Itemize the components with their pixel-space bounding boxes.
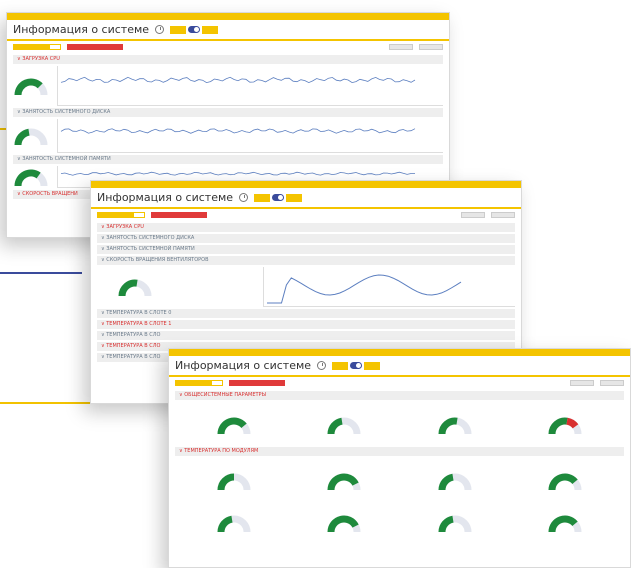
section-header[interactable]: ∨ СКОРОСТЬ ВРАЩЕНИЯ ВЕНТИЛЯТОРОВ — [97, 256, 515, 265]
gauge-cell — [510, 459, 620, 501]
gauge-fill — [14, 128, 30, 146]
view-toggle[interactable] — [170, 25, 219, 34]
section-header[interactable]: ∨ ЗАНЯТОСТЬ СИСТЕМНОЙ ПАМЯТИ — [13, 155, 443, 164]
title-bar: Информация о системе — [169, 356, 630, 377]
promo-collage: Информация о системе ∨ ЗАГРУЗКА CPU ∨ ЗА… — [0, 0, 631, 568]
page-title: Информация о системе — [175, 359, 312, 372]
section-body — [13, 119, 443, 153]
section-header[interactable]: ∨ ЗАНЯТОСТЬ СИСТЕМНОГО ДИСКА — [97, 234, 515, 243]
gauge-cell — [289, 459, 399, 501]
title-bar: Информация о системе — [7, 20, 449, 41]
clear-button[interactable] — [67, 44, 123, 50]
gauge-cell — [289, 501, 399, 543]
gauge-fill — [438, 473, 454, 491]
section-header[interactable]: ∨ ЗАГРУЗКА CPU — [13, 55, 443, 64]
refresh-interval-select[interactable] — [13, 44, 61, 50]
expand-all-button[interactable] — [389, 44, 413, 50]
clear-button[interactable] — [151, 212, 207, 218]
disk-chart — [57, 119, 443, 153]
gauge-fill — [548, 417, 568, 435]
chart-series-line — [60, 128, 416, 134]
expand-all-button[interactable] — [570, 380, 594, 386]
gauge-fill — [327, 417, 344, 435]
gauge-fill — [14, 169, 41, 187]
disk-gauge — [13, 125, 49, 147]
section-body — [97, 267, 515, 307]
gauge-fill — [217, 473, 235, 491]
gauge-cell — [289, 403, 399, 445]
clock-icon[interactable] — [239, 193, 249, 202]
collapse-all-button[interactable] — [600, 380, 624, 386]
section-header[interactable]: ∨ ЗАГРУЗКА CPU — [97, 223, 515, 232]
clear-button[interactable] — [229, 380, 285, 386]
gauge-cell — [510, 501, 620, 543]
chart-series-line — [60, 171, 416, 176]
collapse-all-button[interactable] — [419, 44, 443, 50]
clock-icon[interactable] — [155, 25, 165, 34]
control-bar — [7, 41, 449, 53]
module-gauges — [169, 456, 630, 543]
view-toggle[interactable] — [254, 193, 303, 202]
fan-gauge — [117, 276, 153, 298]
gauge-fill — [438, 417, 458, 435]
gauge-cell — [400, 501, 510, 543]
chart-series-line — [60, 76, 416, 84]
top-accent-bar — [7, 13, 449, 20]
gauge-fill — [438, 515, 454, 533]
gauge-fill — [548, 515, 578, 533]
refresh-interval-select[interactable] — [97, 212, 145, 218]
page-title: Информация о системе — [13, 23, 150, 36]
fan-chart — [263, 267, 515, 307]
section-header[interactable]: ∨ ОБЩЕСИСТЕМНЫЕ ПАРАМЕТРЫ — [175, 391, 624, 400]
section-header[interactable]: ∨ ТЕМПЕРАТУРА В СЛОТЕ 0 — [97, 309, 515, 318]
title-bar: Информация о системе — [91, 188, 521, 209]
section-header[interactable]: ∨ ТЕМПЕРАТУРА В СЛОТЕ 1 — [97, 320, 515, 329]
clock-icon[interactable] — [317, 361, 327, 370]
section-header[interactable]: ∨ ТЕМПЕРАТУРА ПО МОДУЛЯМ — [175, 447, 624, 456]
gauge-cell — [179, 459, 289, 501]
gauge-cell — [179, 501, 289, 543]
gauge-fill — [327, 515, 360, 533]
section-header[interactable]: ∨ ЗАНЯТОСТЬ СИСТЕМНОЙ ПАМЯТИ — [97, 245, 515, 254]
memory-gauge — [13, 166, 49, 188]
gauge-cell — [179, 403, 289, 445]
top-accent-bar — [91, 181, 521, 188]
chart-series-line — [267, 274, 462, 304]
system-gauges — [169, 400, 630, 445]
collapse-all-button[interactable] — [491, 212, 515, 218]
cpu-gauge — [13, 75, 49, 97]
section-header[interactable]: ∨ ЗАНЯТОСТЬ СИСТЕМНОГО ДИСКА — [13, 108, 443, 117]
section-body — [13, 66, 443, 106]
screenshot-overview: Информация о системе ∨ ОБЩЕСИСТЕМНЫЕ ПАР… — [168, 348, 631, 568]
page-title: Информация о системе — [97, 191, 234, 204]
control-bar — [169, 377, 630, 389]
gauge-fill — [118, 279, 138, 297]
gauge-fill — [217, 515, 233, 533]
gauge-fill — [327, 473, 360, 491]
gauge-fill-alert — [566, 417, 579, 429]
expand-all-button[interactable] — [461, 212, 485, 218]
gauge-fill — [14, 78, 43, 96]
gauge-cell — [510, 403, 620, 445]
gauge-cell — [400, 459, 510, 501]
gauge-cell — [400, 403, 510, 445]
control-bar — [91, 209, 521, 221]
refresh-interval-select[interactable] — [175, 380, 223, 386]
section-header[interactable]: ∨ ТЕМПЕРАТУРА В СЛО — [97, 331, 515, 340]
gauge-fill — [548, 473, 578, 491]
cpu-chart — [57, 66, 443, 106]
gauge-fill — [217, 417, 247, 435]
top-accent-bar — [169, 349, 630, 356]
view-toggle[interactable] — [332, 361, 381, 370]
decor-line — [0, 272, 82, 274]
